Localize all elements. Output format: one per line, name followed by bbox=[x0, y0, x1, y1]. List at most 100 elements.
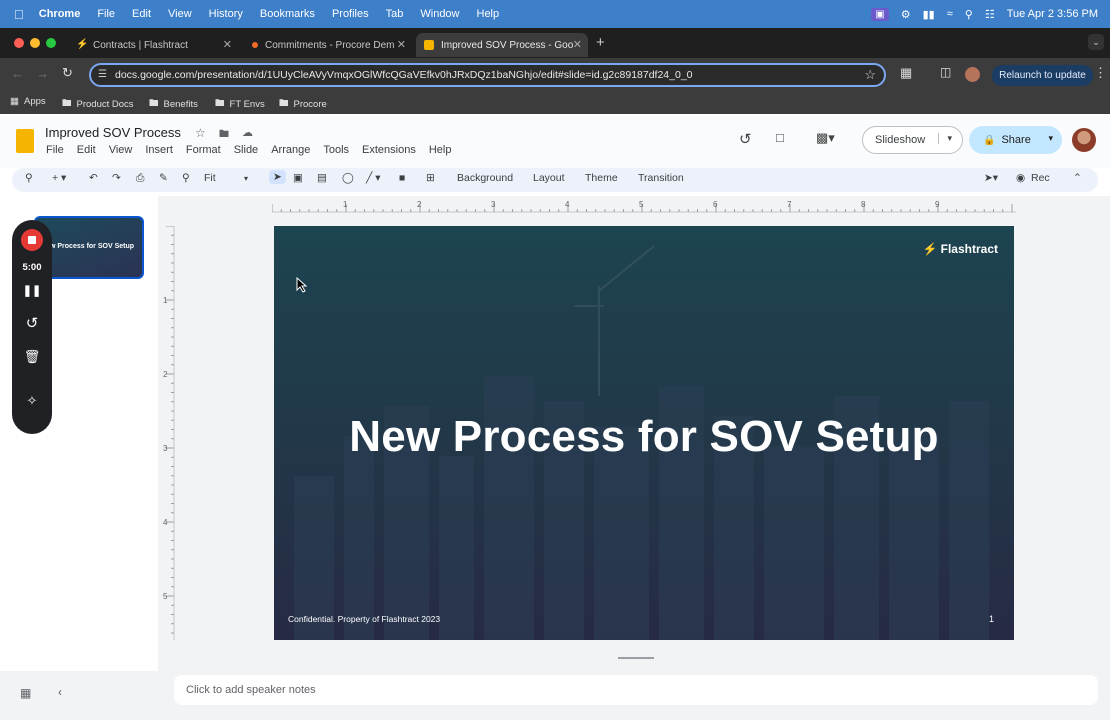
slides-logo-icon[interactable] bbox=[16, 129, 34, 153]
notes-resize-handle[interactable] bbox=[618, 657, 654, 659]
menubar-window[interactable]: Window bbox=[420, 8, 459, 20]
slide-title[interactable]: New Process for SOV Setup bbox=[274, 412, 1014, 462]
control-center-icon[interactable]: ☷ bbox=[985, 8, 995, 21]
menu-file[interactable]: File bbox=[46, 144, 64, 156]
address-bar[interactable]: ☰ docs.google.com/presentation/d/1UUyCle… bbox=[89, 63, 886, 87]
menubar-edit[interactable]: Edit bbox=[132, 8, 151, 20]
collapse-toolbar-icon[interactable]: ⌃ bbox=[1073, 172, 1082, 184]
text-box-icon[interactable]: ▣ bbox=[293, 172, 303, 184]
special-chars-icon[interactable]: ■ bbox=[399, 172, 405, 184]
close-tab-icon[interactable]: ✕ bbox=[223, 38, 232, 51]
share-button[interactable]: 🔒 Share ▾ bbox=[969, 126, 1062, 154]
move-folder-icon[interactable]: 🖿 bbox=[219, 127, 229, 144]
rec-record-icon[interactable]: ◉ bbox=[1016, 172, 1025, 184]
close-tab-icon[interactable]: ✕ bbox=[397, 38, 406, 51]
wifi-icon[interactable]: ≈ bbox=[947, 8, 953, 20]
comments-icon[interactable]: □ bbox=[776, 130, 784, 145]
stop-recording-button[interactable] bbox=[21, 229, 43, 251]
bookmark-procore[interactable]: 🖿 Procore bbox=[279, 96, 327, 112]
back-button[interactable]: ← bbox=[11, 66, 24, 81]
close-window-button[interactable] bbox=[14, 38, 24, 48]
forward-button[interactable]: → bbox=[36, 66, 49, 81]
restart-icon[interactable]: ↺ bbox=[22, 313, 42, 333]
paint-format-icon[interactable]: ✎ bbox=[159, 172, 168, 184]
slide-page-number[interactable]: 1 bbox=[989, 614, 994, 624]
slide-canvas[interactable]: ⚡ Flashtract New Process for SOV Setup C… bbox=[274, 226, 1014, 640]
rec-button[interactable]: Rec bbox=[1031, 172, 1050, 184]
menu-tools[interactable]: Tools bbox=[323, 144, 349, 156]
site-settings-icon[interactable]: ☰ bbox=[98, 69, 107, 80]
relaunch-to-update-button[interactable]: Relaunch to update bbox=[992, 65, 1093, 86]
version-history-icon[interactable]: ↺ bbox=[739, 130, 752, 148]
collapse-filmstrip-icon[interactable]: ‹ bbox=[58, 685, 62, 699]
menubar-tab[interactable]: Tab bbox=[386, 8, 404, 20]
menu-slide[interactable]: Slide bbox=[234, 144, 258, 156]
menubar-help[interactable]: Help bbox=[477, 8, 500, 20]
reload-button[interactable]: ↻ bbox=[62, 65, 73, 81]
menubar-app-name[interactable]: Chrome bbox=[39, 8, 81, 20]
redo-icon[interactable]: ↷ bbox=[112, 172, 121, 184]
screen-share-icon[interactable]: ▣ bbox=[871, 7, 889, 21]
slideshow-dropdown-icon[interactable]: ▾ bbox=[938, 133, 952, 144]
new-tab-button[interactable]: + bbox=[596, 34, 605, 51]
effects-icon[interactable]: ✧ bbox=[22, 391, 42, 411]
minimize-window-button[interactable] bbox=[30, 38, 40, 48]
menubar-history[interactable]: History bbox=[209, 8, 243, 20]
transition-button[interactable]: Transition bbox=[638, 172, 684, 184]
menu-arrange[interactable]: Arrange bbox=[271, 144, 310, 156]
zoom-icon[interactable]: ⚲ bbox=[182, 172, 190, 184]
undo-icon[interactable]: ↶ bbox=[89, 172, 98, 184]
menubar-file[interactable]: File bbox=[97, 8, 115, 20]
search-menus-icon[interactable]: ⚲ bbox=[25, 172, 33, 184]
pause-icon[interactable]: ❚❚ bbox=[22, 280, 42, 300]
menubar-profiles[interactable]: Profiles bbox=[332, 8, 369, 20]
bookmark-star-icon[interactable]: ☆ bbox=[864, 67, 876, 83]
trash-icon[interactable]: 🗑 bbox=[22, 347, 42, 367]
new-slide-icon[interactable]: + ▾ bbox=[52, 172, 66, 184]
search-icon[interactable]: ⚲ bbox=[965, 8, 973, 21]
select-tool-icon[interactable]: ➤ bbox=[269, 170, 286, 184]
close-tab-icon[interactable]: ✕ bbox=[573, 38, 582, 51]
tab-flashtract-contracts[interactable]: ⚡ Contracts | Flashtract ✕ bbox=[68, 33, 238, 57]
menu-view[interactable]: View bbox=[109, 144, 133, 156]
background-button[interactable]: Background bbox=[457, 172, 513, 184]
gear-icon[interactable]: ⚙ bbox=[901, 8, 911, 21]
slide-footer[interactable]: Confidential. Property of Flashtract 202… bbox=[288, 614, 440, 624]
image-icon[interactable]: ▤ bbox=[317, 172, 327, 184]
battery-icon[interactable]: ▮▮ bbox=[923, 8, 935, 21]
menu-extensions[interactable]: Extensions bbox=[362, 144, 416, 156]
bookmark-product-docs[interactable]: 🖿 Product Docs bbox=[62, 96, 134, 112]
add-comment-icon[interactable]: ⊞ bbox=[426, 172, 435, 184]
chrome-menu-icon[interactable]: ⋮ bbox=[1094, 65, 1107, 81]
menu-format[interactable]: Format bbox=[186, 144, 221, 156]
zoom-dropdown-icon[interactable]: ▾ bbox=[244, 174, 248, 183]
theme-button[interactable]: Theme bbox=[585, 172, 618, 184]
layout-button[interactable]: Layout bbox=[533, 172, 565, 184]
cloud-status-icon[interactable]: ☁ bbox=[242, 126, 253, 139]
zoom-select[interactable]: Fit bbox=[204, 172, 216, 184]
speaker-notes[interactable]: Click to add speaker notes bbox=[174, 675, 1098, 705]
shape-icon[interactable]: ◯ bbox=[342, 172, 354, 184]
share-dropdown-icon[interactable]: ▾ bbox=[1048, 133, 1053, 144]
grid-view-icon[interactable]: ▦ bbox=[20, 686, 31, 700]
bookmark-ft-envs[interactable]: 🖿 FT Envs bbox=[215, 96, 265, 112]
menubar-view[interactable]: View bbox=[168, 8, 192, 20]
tab-search-chevron-icon[interactable]: ⌄ bbox=[1088, 34, 1104, 50]
slideshow-button[interactable]: Slideshow ▾ bbox=[862, 126, 963, 154]
zoom-window-button[interactable] bbox=[46, 38, 56, 48]
pen-icon[interactable]: ➤▾ bbox=[984, 172, 998, 184]
menu-help[interactable]: Help bbox=[429, 144, 452, 156]
bookmark-benefits[interactable]: 🖿 Benefits bbox=[149, 96, 198, 112]
line-icon[interactable]: ╱ ▾ bbox=[366, 172, 381, 184]
profile-avatar[interactable] bbox=[965, 67, 980, 82]
user-avatar[interactable] bbox=[1072, 128, 1096, 152]
meet-camera-icon[interactable]: ▩▾ bbox=[816, 130, 835, 146]
menu-insert[interactable]: Insert bbox=[145, 144, 173, 156]
side-panel-icon[interactable]: ◫ bbox=[940, 65, 951, 79]
menubar-clock[interactable]: Tue Apr 2 3:56 PM bbox=[1007, 8, 1098, 20]
tab-improved-sov-process[interactable]: Improved SOV Process - Goo ✕ bbox=[416, 33, 588, 57]
extensions-icon[interactable]: ▦ bbox=[900, 65, 912, 81]
print-icon[interactable]: ⎙ bbox=[136, 172, 144, 185]
menu-edit[interactable]: Edit bbox=[77, 144, 96, 156]
menubar-bookmarks[interactable]: Bookmarks bbox=[260, 8, 315, 20]
